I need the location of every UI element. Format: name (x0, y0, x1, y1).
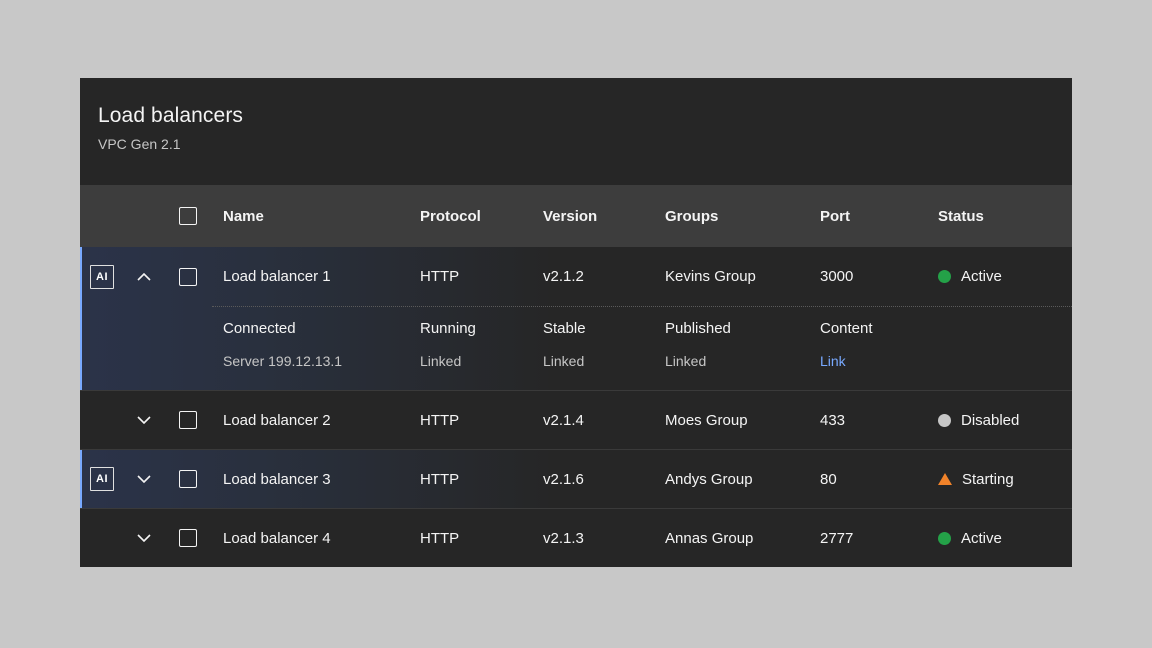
row-checkbox[interactable] (179, 470, 197, 488)
row-expand-button[interactable] (124, 509, 164, 567)
page-subtitle: VPC Gen 2.1 (98, 136, 1054, 152)
status-label: Disabled (961, 412, 1019, 429)
table-title-block: Load balancers VPC Gen 2.1 (80, 78, 1072, 185)
status-label: Active (961, 530, 1002, 547)
cell-version: v2.1.2 (532, 268, 654, 285)
ai-label[interactable]: AI (90, 265, 114, 289)
cell-port: 2777 (809, 530, 927, 547)
row-checkbox[interactable] (179, 411, 197, 429)
ai-label[interactable]: AI (90, 467, 114, 491)
status-active-dot-icon (938, 270, 951, 283)
column-header-port: Port (809, 208, 927, 225)
cell-version: v2.1.3 (532, 530, 654, 547)
detail-groups-sub: Linked (665, 352, 801, 370)
column-header-status: Status (927, 208, 1072, 225)
cell-groups: Moes Group (654, 412, 809, 429)
row-expand-button[interactable] (124, 450, 164, 508)
detail-content-label: Content (820, 319, 919, 339)
cell-protocol: HTTP (409, 268, 532, 285)
row-expand-button[interactable] (124, 391, 164, 449)
ai-row-group: AI Load balancer 1 HTTP v2.1.2 Kevins Gr… (80, 247, 1072, 390)
status-badge: Disabled (927, 412, 1072, 429)
table-row: AI Load balancer 1 HTTP v2.1.2 Kevins Gr… (80, 247, 1072, 306)
row-checkbox[interactable] (179, 529, 197, 547)
cell-groups: Kevins Group (654, 268, 809, 285)
table-row: AI Load balancer 3 HTTP v2.1.6 Andys Gro… (80, 449, 1072, 508)
detail-version-sub: Linked (543, 352, 646, 370)
cell-name: Load balancer 2 (212, 412, 409, 429)
table-row: Load balancer 2 HTTP v2.1.4 Moes Group 4… (80, 390, 1072, 449)
cell-name: Load balancer 1 (212, 268, 409, 285)
detail-connection-state: Connected (223, 319, 401, 339)
content-link[interactable]: Link (820, 353, 846, 369)
detail-groups-state: Published (665, 319, 801, 339)
cell-name: Load balancer 4 (212, 530, 409, 547)
page-title: Load balancers (98, 104, 1054, 128)
column-header-version: Version (532, 208, 654, 225)
detail-protocol-sub: Linked (420, 352, 524, 370)
expanded-detail-row: Connected Server 199.12.13.1 Running Lin… (80, 306, 1072, 390)
load-balancers-table: Load balancers VPC Gen 2.1 Name Protocol… (80, 78, 1072, 567)
status-label: Starting (962, 471, 1014, 488)
status-disabled-dot-icon (938, 414, 951, 427)
cell-groups: Andys Group (654, 471, 809, 488)
chevron-down-icon (137, 475, 151, 483)
status-badge: Active (927, 530, 1072, 547)
detail-protocol-state: Running (420, 319, 524, 339)
cell-protocol: HTTP (409, 471, 532, 488)
cell-port: 3000 (809, 268, 927, 285)
detail-version-state: Stable (543, 319, 646, 339)
cell-protocol: HTTP (409, 530, 532, 547)
table-row: Load balancer 4 HTTP v2.1.3 Annas Group … (80, 508, 1072, 567)
column-header-protocol: Protocol (409, 208, 532, 225)
cell-protocol: HTTP (409, 412, 532, 429)
cell-version: v2.1.6 (532, 471, 654, 488)
detail-server-address: Server 199.12.13.1 (223, 352, 401, 370)
status-active-dot-icon (938, 532, 951, 545)
cell-port: 433 (809, 412, 927, 429)
cell-name: Load balancer 3 (212, 471, 409, 488)
chevron-down-icon (137, 416, 151, 424)
cell-version: v2.1.4 (532, 412, 654, 429)
status-badge: Starting (927, 471, 1072, 488)
status-label: Active (961, 268, 1002, 285)
chevron-down-icon (137, 534, 151, 542)
column-header-groups: Groups (654, 208, 809, 225)
cell-port: 80 (809, 471, 927, 488)
row-checkbox[interactable] (179, 268, 197, 286)
column-header-name: Name (212, 208, 409, 225)
select-all-checkbox[interactable] (179, 207, 197, 225)
status-badge: Active (927, 268, 1072, 285)
cell-groups: Annas Group (654, 530, 809, 547)
row-collapse-button[interactable] (124, 247, 164, 306)
table-header-row: Name Protocol Version Groups Port Status (80, 185, 1072, 247)
status-warning-triangle-icon (938, 473, 952, 485)
chevron-up-icon (137, 273, 151, 281)
